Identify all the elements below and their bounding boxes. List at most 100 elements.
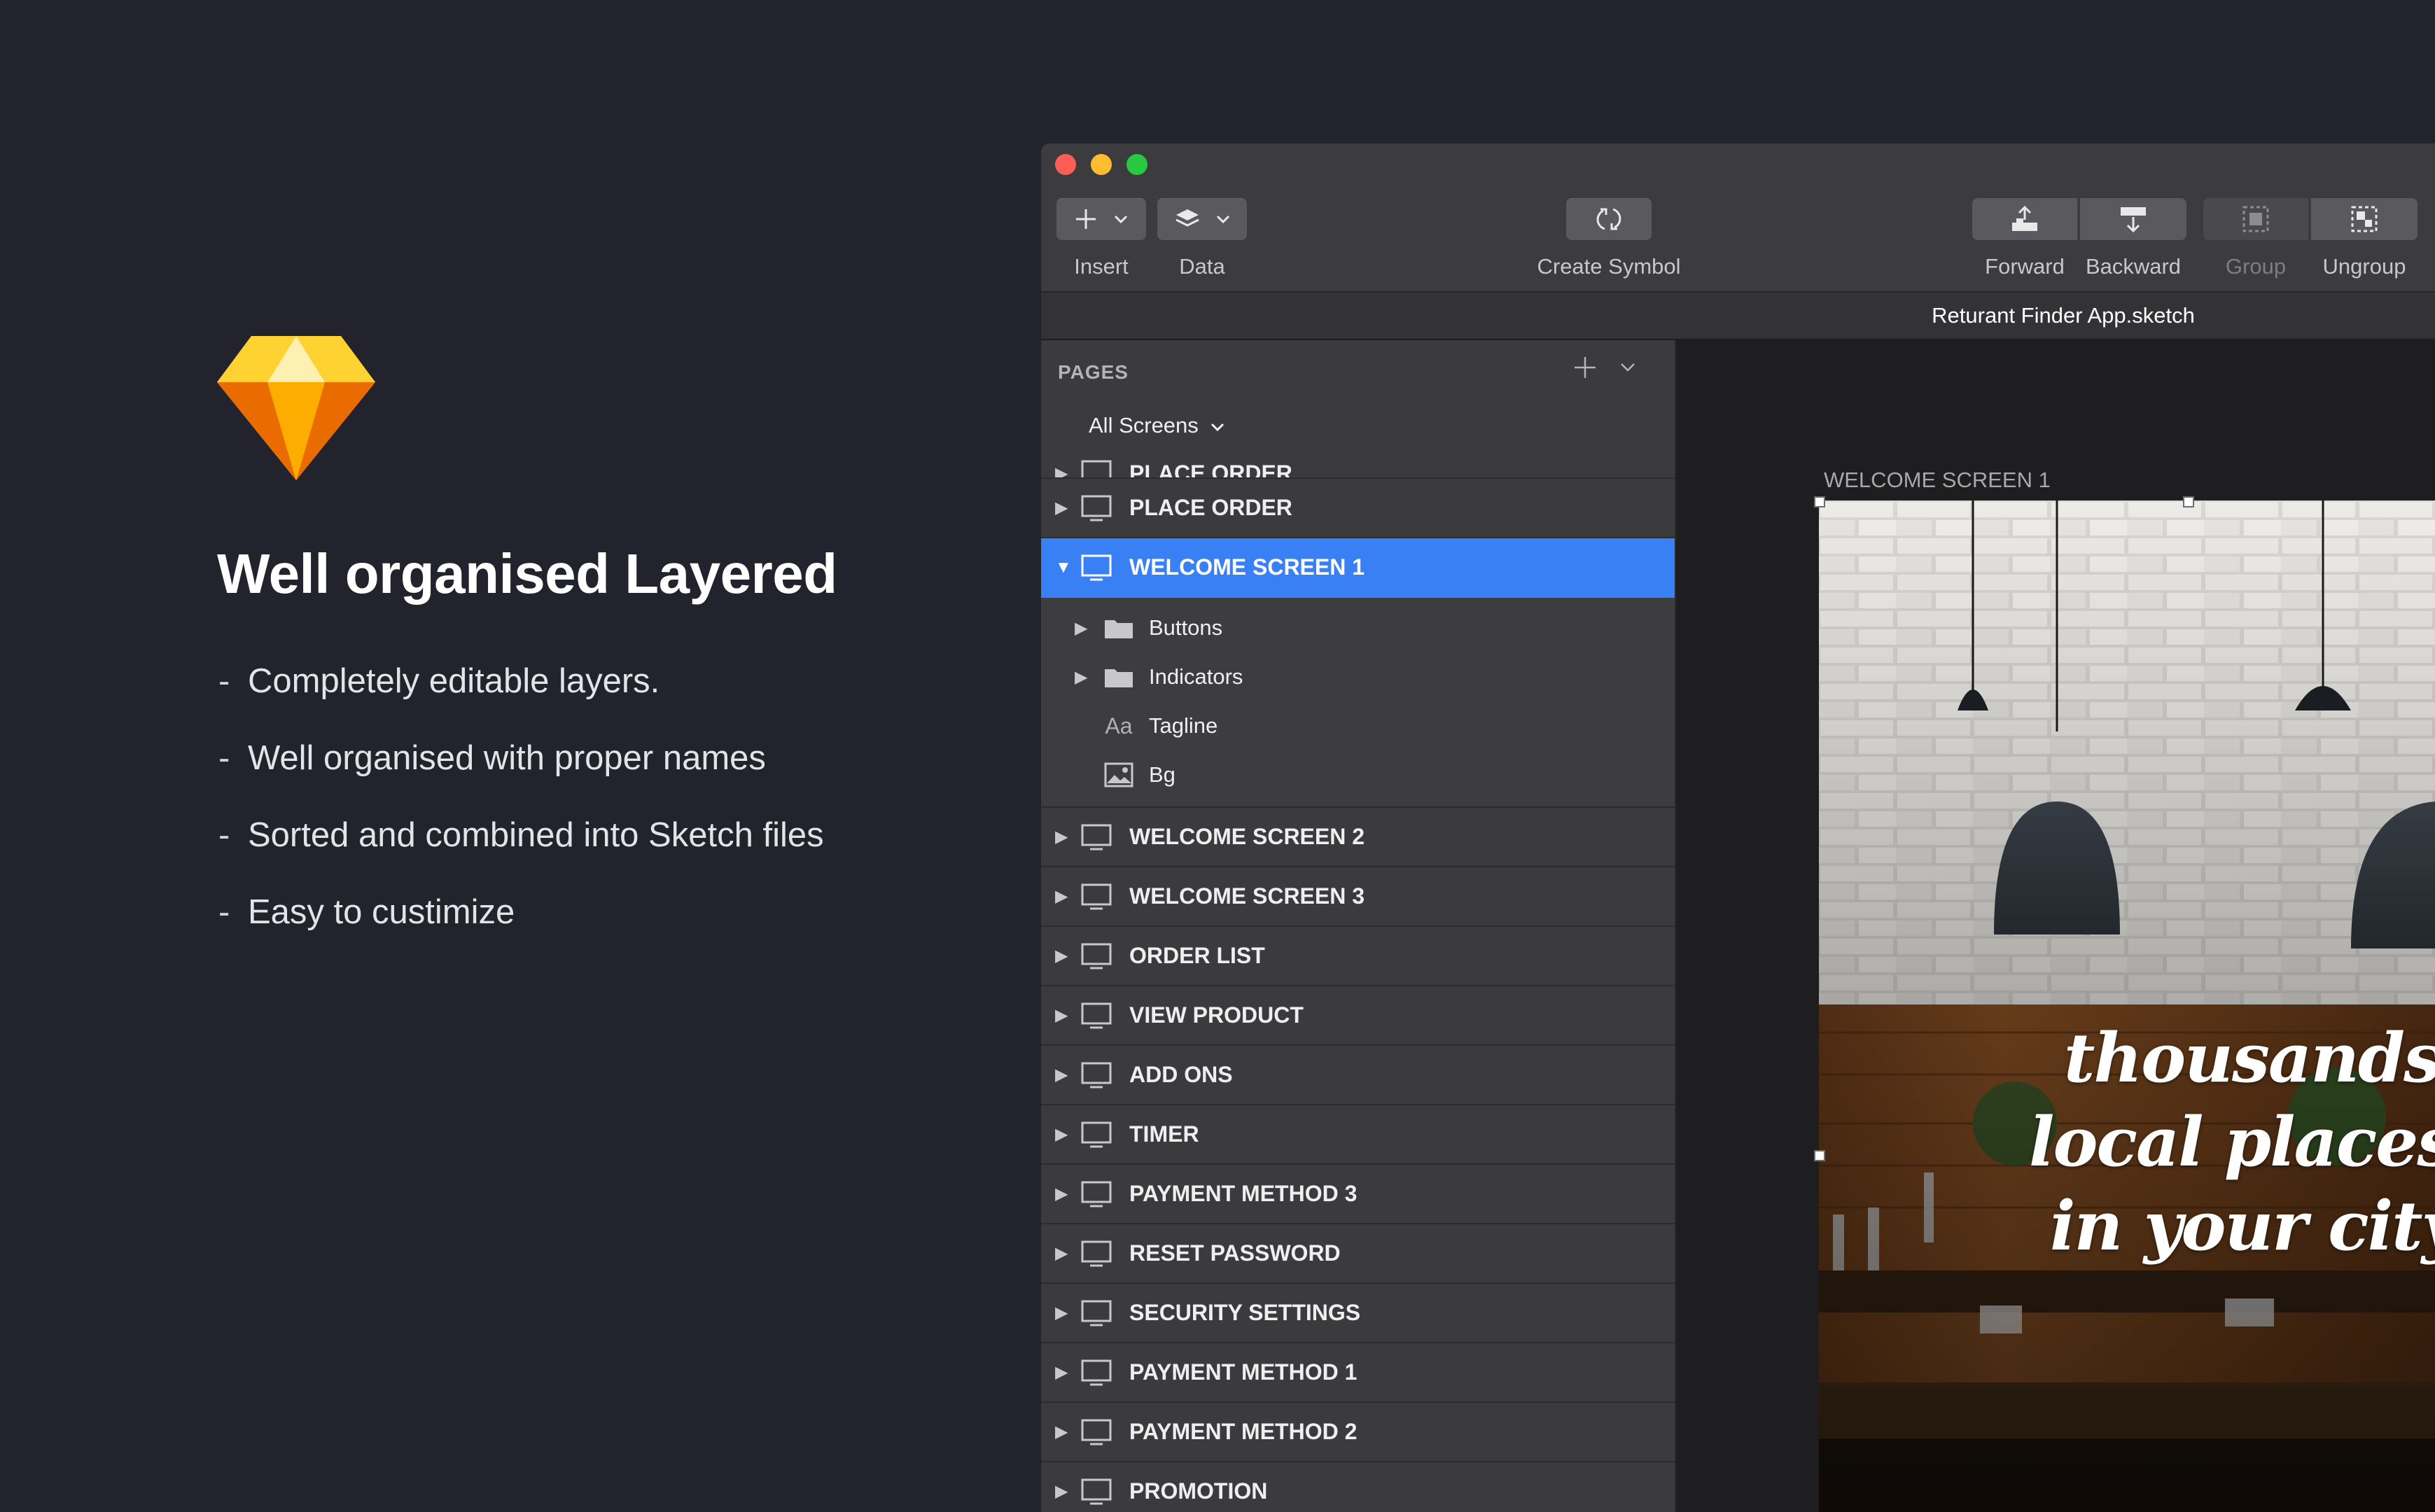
disclosure-triangle-icon[interactable]: ▶ (1055, 1422, 1080, 1442)
artboard-icon (1081, 1240, 1112, 1266)
layer-name: WELCOME SCREEN 2 (1129, 824, 1365, 849)
layer-row-artboard[interactable]: ▶ SECURITY SETTINGS (1041, 1284, 1675, 1343)
disclosure-triangle-icon[interactable]: ▶ (1055, 1303, 1080, 1323)
layer-name: PAYMENT METHOD 1 (1129, 1359, 1358, 1385)
artboard-icon (1081, 1300, 1112, 1326)
minimize-window-button[interactable] (1091, 154, 1112, 175)
backward-label: Backward (2085, 254, 2182, 279)
layer-name: WELCOME SCREEN 1 (1129, 554, 1365, 580)
layer-name: Buttons (1149, 615, 1223, 640)
group-label: Group (2225, 254, 2287, 279)
backward-icon (2121, 207, 2146, 233)
create-symbol-label: Create Symbol (1537, 254, 1681, 279)
artboard-icon (1081, 824, 1112, 850)
resize-handle[interactable] (2183, 496, 2194, 507)
resize-handle[interactable] (1814, 1150, 1825, 1161)
document-title-bar: Returant Finder App.sketch (1041, 293, 2435, 340)
layer-row-text[interactable]: ▶ Aa Tagline (1041, 701, 1675, 750)
layer-row-group[interactable]: ▶ Buttons (1041, 603, 1675, 652)
artboard-icon (1081, 1419, 1112, 1445)
artboard-icon (1081, 1002, 1112, 1028)
ungroup-button[interactable] (2311, 198, 2417, 240)
layer-name: WELCOME SCREEN 3 (1129, 883, 1365, 909)
window-toolbar: Insert Data Create Symbol Forward Backwa… (1041, 144, 2435, 293)
insert-label: Insert (1074, 254, 1129, 279)
layer-row-artboard[interactable]: ▶ TIMER (1041, 1105, 1675, 1165)
layer-name: Bg (1149, 762, 1175, 787)
artboard-icon (1081, 554, 1112, 580)
disclosure-triangle-icon[interactable]: ▶ (1055, 1362, 1080, 1382)
disclosure-triangle-icon[interactable]: ▶ (1055, 827, 1080, 847)
layer-list: ▶ PLACE ORDER ▶ PLACE ORDER ▼ WELCOME SC… (1041, 445, 1675, 1512)
layer-row-image[interactable]: ▶ Bg (1041, 750, 1675, 799)
artboard-icon (1081, 460, 1112, 477)
layer-row-group[interactable]: ▶ Indicators (1041, 652, 1675, 701)
disclosure-triangle-icon[interactable]: ▶ (1055, 1065, 1080, 1085)
layer-row-artboard-selected[interactable]: ▼ WELCOME SCREEN 1 (1041, 538, 1675, 598)
data-button[interactable] (1157, 198, 1247, 240)
disclosure-triangle-icon[interactable]: ▶ (1055, 946, 1080, 966)
tagline-line-3: in your city (2050, 1186, 2435, 1266)
layers-panel: PAGES All Screens ▶ PLACE ORDER ▶ PLACE … (1041, 340, 1676, 1512)
layer-row-artboard[interactable]: ▶ PLACE ORDER (1041, 479, 1675, 538)
feature-list: - Completely editable layers. - Well organ… (217, 657, 987, 965)
layer-name: RESET PASSWORD (1129, 1240, 1341, 1266)
layer-name: PAYMENT METHOD 2 (1129, 1419, 1358, 1444)
create-symbol-button[interactable] (1566, 198, 1652, 240)
backward-button[interactable] (2080, 198, 2186, 240)
forward-label: Forward (1985, 254, 2065, 279)
plus-icon (1076, 209, 1096, 229)
sketch-logo-icon (217, 336, 375, 480)
tagline-line-1: thousands (2064, 1018, 2435, 1098)
forward-button[interactable] (1972, 198, 2077, 240)
insert-button[interactable] (1056, 198, 1146, 240)
layer-row-artboard[interactable]: ▶ VIEW PRODUCT (1041, 986, 1675, 1046)
layer-row-artboard[interactable]: ▶ ORDER LIST (1041, 927, 1675, 986)
current-page-label: All Screens (1089, 413, 1199, 438)
layer-row-artboard[interactable]: ▶ RESET PASSWORD (1041, 1224, 1675, 1284)
layer-row-artboard[interactable]: ▶ PLACE ORDER (1041, 445, 1675, 479)
data-label: Data (1179, 254, 1225, 279)
restaurant-background-image (1819, 500, 2435, 1512)
disclosure-triangle-icon[interactable]: ▶ (1055, 1005, 1080, 1026)
layer-name: Tagline (1149, 713, 1218, 738)
artboard-title[interactable]: WELCOME SCREEN 1 (1824, 468, 2051, 493)
tagline-line-2: local places (2029, 1102, 2435, 1182)
layer-row-artboard[interactable]: ▶ WELCOME SCREEN 2 (1041, 808, 1675, 867)
sketch-window: Insert Data Create Symbol Forward Backwa… (1041, 144, 2435, 1512)
disclosure-triangle-open-icon[interactable]: ▼ (1055, 558, 1080, 578)
artboard-welcome-screen[interactable]: thousands local places in your city (1819, 500, 2435, 1512)
layer-row-artboard[interactable]: ▶ PAYMENT METHOD 3 (1041, 1165, 1675, 1224)
layer-row-artboard[interactable]: ▶ PROMOTION (1041, 1462, 1675, 1512)
layer-row-artboard[interactable]: ▶ PAYMENT METHOD 1 (1041, 1343, 1675, 1403)
collapse-pages-chevron-icon[interactable] (1617, 357, 1638, 378)
layer-row-artboard[interactable]: ▶ ADD ONS (1041, 1046, 1675, 1105)
disclosure-triangle-icon[interactable]: ▶ (1055, 1124, 1080, 1144)
disclosure-triangle-icon[interactable]: ▶ (1055, 1184, 1080, 1204)
resize-handle[interactable] (1814, 496, 1825, 507)
disclosure-triangle-icon[interactable]: ▶ (1075, 667, 1103, 687)
layer-row-artboard[interactable]: ▶ WELCOME SCREEN 3 (1041, 867, 1675, 927)
forward-icon (2012, 205, 2037, 231)
disclosure-triangle-icon[interactable]: ▶ (1055, 463, 1080, 478)
image-icon (1104, 762, 1133, 788)
ungroup-label: Ungroup (2322, 254, 2406, 279)
artboard-icon (1081, 1359, 1112, 1385)
disclosure-triangle-icon[interactable]: ▶ (1055, 1243, 1080, 1264)
disclosure-triangle-icon[interactable]: ▶ (1055, 498, 1080, 518)
layer-name: PLACE ORDER (1129, 460, 1292, 479)
folder-icon (1105, 669, 1133, 687)
folder-icon (1105, 620, 1133, 638)
add-page-button[interactable] (1573, 354, 1597, 385)
close-window-button[interactable] (1055, 154, 1076, 175)
plus-icon (1575, 357, 1596, 378)
disclosure-triangle-icon[interactable]: ▶ (1055, 1481, 1080, 1502)
maximize-window-button[interactable] (1126, 154, 1147, 175)
layer-row-artboard[interactable]: ▶ PAYMENT METHOD 2 (1041, 1403, 1675, 1462)
disclosure-triangle-icon[interactable]: ▶ (1055, 886, 1080, 906)
layer-name: PLACE ORDER (1129, 495, 1292, 520)
artboard-icon (1081, 1478, 1112, 1504)
page-selector[interactable]: All Screens (1089, 413, 1225, 438)
disclosure-triangle-icon[interactable]: ▶ (1075, 618, 1103, 638)
group-button[interactable] (2203, 198, 2308, 240)
